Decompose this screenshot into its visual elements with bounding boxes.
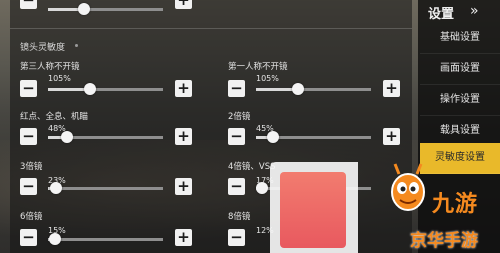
watermark-brand: 九游 xyxy=(432,192,479,217)
slider-value-first-person: 105% xyxy=(256,74,279,83)
red-dot-slider-knob[interactable] xyxy=(61,131,73,143)
sidebar-title: 设置 xyxy=(428,7,455,22)
slider-value-third-person: 105% xyxy=(48,74,71,83)
collapse-chevron-icon[interactable]: » xyxy=(470,4,484,18)
first-person-minus-button[interactable]: − xyxy=(228,80,245,97)
watermark-pink-block xyxy=(280,172,346,248)
red-dot-minus-button[interactable]: − xyxy=(20,128,37,145)
watermark-subtitle: 京华手游 xyxy=(410,231,478,251)
slider-label-red-dot: 红点、全息、机瞄 xyxy=(20,112,89,122)
slider-label-2x-scope: 2倍镜 xyxy=(228,112,251,122)
first-person-slider-knob[interactable] xyxy=(292,83,304,95)
3x-scope-plus-button[interactable]: + xyxy=(175,178,192,195)
2x-scope-slider-knob[interactable] xyxy=(267,131,279,143)
4x-scope-slider-knob[interactable] xyxy=(256,182,268,194)
section-title: 镜头灵敏度 xyxy=(20,43,66,53)
title-dot xyxy=(75,44,78,47)
2x-scope-slider[interactable] xyxy=(256,131,371,143)
mascot-logo-icon xyxy=(391,163,425,211)
2x-scope-plus-button[interactable]: + xyxy=(383,128,400,145)
3x-scope-minus-button[interactable]: − xyxy=(20,178,37,195)
slider-label-4x-scope: 4倍镜、VSS xyxy=(228,162,276,172)
top-slider-track[interactable] xyxy=(48,3,163,15)
tab-basic-settings[interactable]: 基础设置 xyxy=(420,23,500,54)
top-slider-knob[interactable] xyxy=(78,3,90,15)
3x-scope-slider[interactable] xyxy=(48,182,163,194)
top-plus-button[interactable]: + xyxy=(175,0,192,9)
6x-scope-slider-knob[interactable] xyxy=(49,233,61,245)
6x-scope-minus-button[interactable]: − xyxy=(20,229,37,246)
top-minus-button[interactable]: − xyxy=(20,0,37,9)
tab-sensitivity-settings[interactable]: 灵敏度设置 xyxy=(420,143,500,174)
slider-label-third-person: 第三人称不开镜 xyxy=(20,62,80,72)
slider-label-6x-scope: 6倍镜 xyxy=(20,212,43,222)
tab-display-settings[interactable]: 画面设置 xyxy=(420,54,500,85)
3x-scope-slider-knob[interactable] xyxy=(50,182,62,194)
red-dot-slider[interactable] xyxy=(48,131,163,143)
red-dot-plus-button[interactable]: + xyxy=(175,128,192,145)
first-person-plus-button[interactable]: + xyxy=(383,80,400,97)
third-person-plus-button[interactable]: + xyxy=(175,80,192,97)
slider-label-8x-scope: 8倍镜 xyxy=(228,212,251,222)
2x-scope-minus-button[interactable]: − xyxy=(228,128,245,145)
8x-scope-minus-button[interactable]: − xyxy=(228,229,245,246)
first-person-slider[interactable] xyxy=(256,83,371,95)
third-person-slider-knob[interactable] xyxy=(84,83,96,95)
third-person-slider[interactable] xyxy=(48,83,163,95)
6x-scope-plus-button[interactable]: + xyxy=(175,229,192,246)
tab-control-settings[interactable]: 操作设置 xyxy=(420,85,500,116)
slider-label-3x-scope: 3倍镜 xyxy=(20,162,43,172)
third-person-minus-button[interactable]: − xyxy=(20,80,37,97)
6x-scope-slider[interactable] xyxy=(48,233,163,245)
section-divider xyxy=(10,28,412,29)
4x-scope-minus-button[interactable]: − xyxy=(228,178,245,195)
slider-label-first-person: 第一人称不开镜 xyxy=(228,62,288,72)
